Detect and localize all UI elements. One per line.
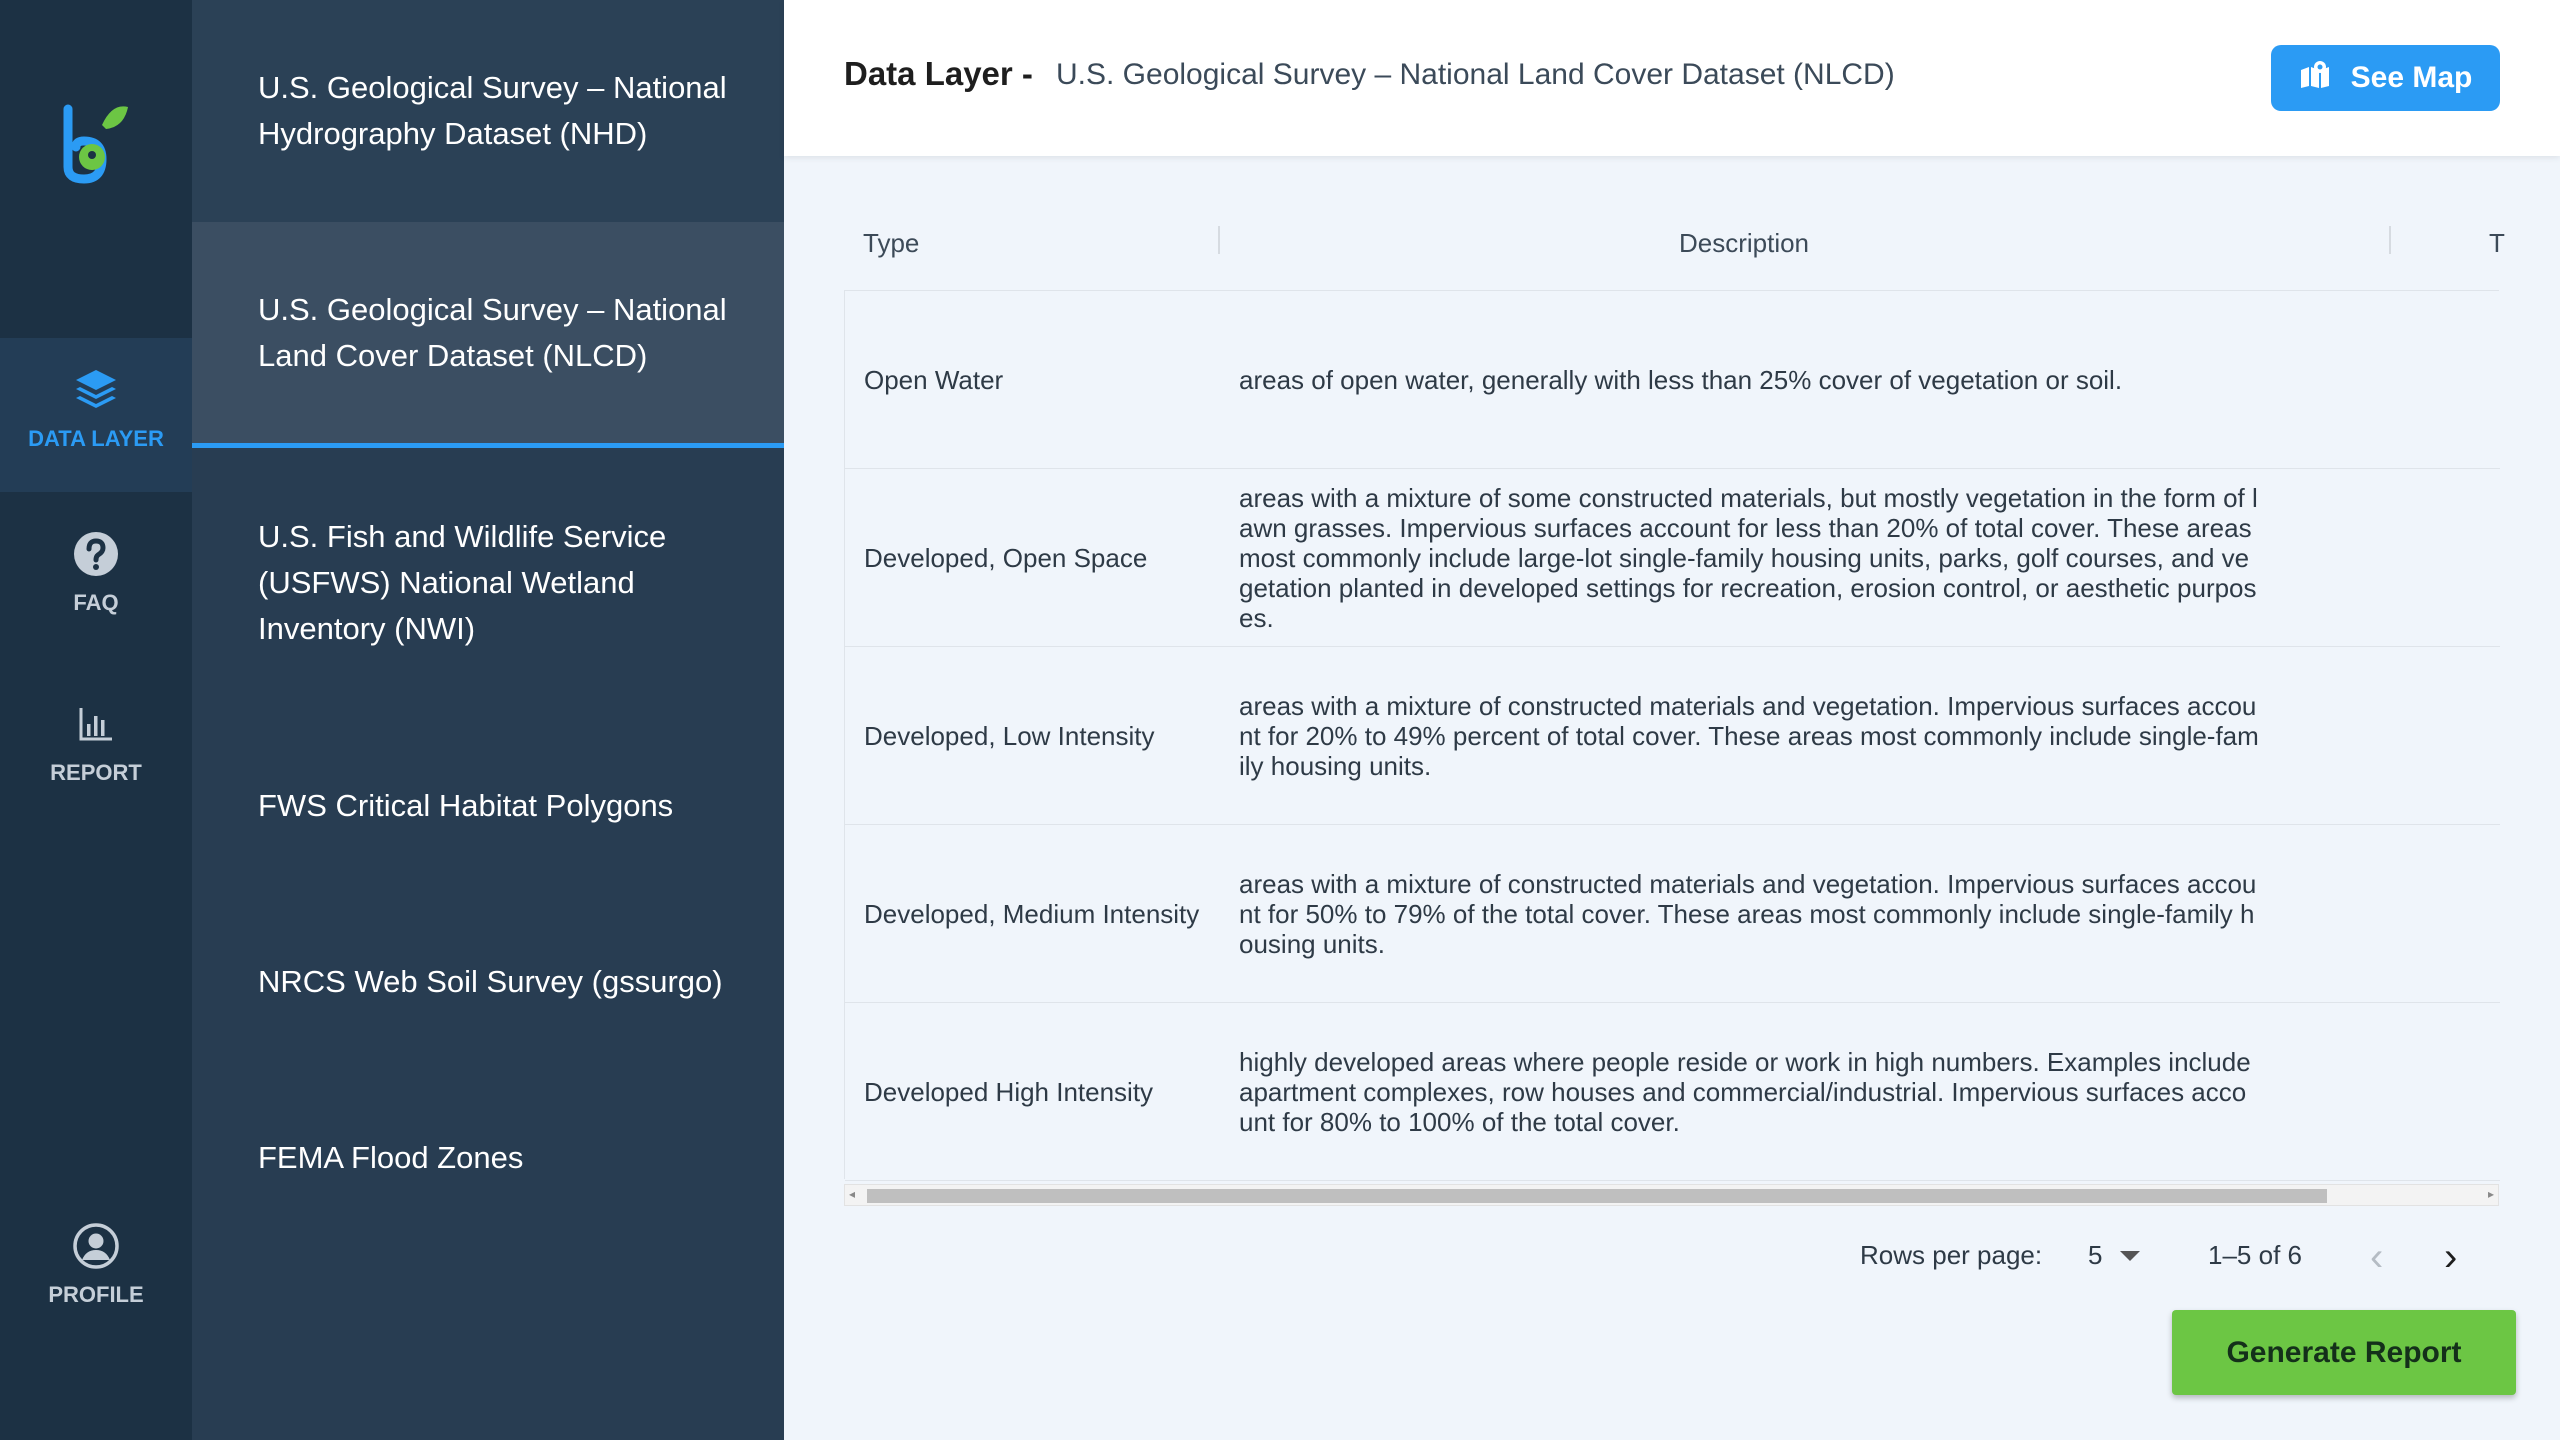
column-divider[interactable] <box>1218 226 1220 254</box>
column-divider[interactable] <box>2389 226 2391 254</box>
table-row[interactable]: Developed, Open Space areas with a mixtu… <box>845 469 2500 647</box>
scrollbar-thumb[interactable] <box>867 1189 2327 1203</box>
cell-type: Developed, Open Space <box>864 542 1148 573</box>
nav-rail: DATA LAYER FAQ REPORT PROFILE <box>0 0 192 1440</box>
source-item-flood-zones[interactable]: FEMA Flood Zones <box>192 1070 784 1246</box>
source-item-label: FEMA Flood Zones <box>258 1140 524 1175</box>
cell-description: highly developed areas where people resi… <box>1239 1047 2251 1137</box>
page-subtitle: U.S. Geological Survey – National Land C… <box>1056 58 1895 91</box>
source-item-label: U.S. Geological Survey – National Land C… <box>258 291 727 373</box>
cell-description: areas with a mixture of some constructed… <box>1239 483 2258 633</box>
source-item-nlcd[interactable]: U.S. Geological Survey – National Land C… <box>192 222 784 448</box>
generate-report-button[interactable]: Generate Report <box>2172 1310 2516 1395</box>
table-row[interactable]: Developed, Medium Intensity areas with a… <box>845 825 2500 1003</box>
scroll-left-icon[interactable]: ◂ <box>849 1187 855 1201</box>
cell-description: areas of open water, generally with less… <box>1239 365 2123 395</box>
cell-type: Developed, Medium Intensity <box>864 898 1200 929</box>
nav-report[interactable]: REPORT <box>0 700 192 820</box>
rows-per-page-select[interactable]: 5 <box>2088 1240 2141 1271</box>
cell-type: Developed, Low Intensity <box>864 720 1155 751</box>
next-page-button[interactable]: › <box>2444 1237 2457 1277</box>
page-title: Data Layer - <box>844 55 1033 92</box>
cell-description: areas with a mixture of constructed mate… <box>1239 691 2259 781</box>
source-item-nhd[interactable]: U.S. Geological Survey – National Hydrog… <box>192 0 784 222</box>
source-item-label: FWS Critical Habitat Polygons <box>258 788 674 823</box>
page-header: Data Layer - U.S. Geological Survey – Na… <box>784 0 2560 156</box>
generate-report-label: Generate Report <box>2226 1335 2462 1369</box>
data-source-list: U.S. Geological Survey – National Hydrog… <box>192 0 784 1440</box>
chevron-down-icon <box>2120 1250 2141 1261</box>
see-map-button[interactable]: See Map <box>2271 45 2500 111</box>
source-item-soil-survey[interactable]: NRCS Web Soil Survey (gssurgo) <box>192 894 784 1070</box>
nav-data-layer[interactable]: DATA LAYER <box>0 338 192 492</box>
user-circle-icon <box>72 1222 120 1270</box>
rows-per-page-value: 5 <box>2088 1240 2103 1270</box>
column-header-type[interactable]: Type <box>863 196 919 291</box>
nav-profile[interactable]: PROFILE <box>0 1222 192 1342</box>
table-row[interactable]: Developed High Intensity highly develope… <box>845 1003 2500 1181</box>
pagination-range: 1–5 of 6 <box>2208 1240 2302 1270</box>
scroll-right-icon[interactable]: ▸ <box>2488 1187 2494 1201</box>
cell-description: areas with a mixture of constructed mate… <box>1239 869 2257 959</box>
see-map-label: See Map <box>2350 61 2473 94</box>
nav-faq-label: FAQ <box>73 590 119 615</box>
cell-type: Open Water <box>864 364 1004 395</box>
cell-type: Developed High Intensity <box>864 1076 1154 1107</box>
source-item-label: U.S. Geological Survey – National Hydrog… <box>258 70 727 151</box>
source-item-label: NRCS Web Soil Survey (gssurgo) <box>258 964 723 999</box>
horizontal-scrollbar[interactable]: ◂ ▸ <box>844 1184 2499 1206</box>
source-item-critical-habitat[interactable]: FWS Critical Habitat Polygons <box>192 718 784 894</box>
help-circle-icon <box>72 530 120 578</box>
table-pagination: Rows per page: 5 1–5 of 6 ‹ › <box>1860 1237 2480 1280</box>
nav-report-label: REPORT <box>50 760 142 785</box>
table-header: Type Description T <box>844 196 2505 291</box>
layers-icon <box>72 366 120 414</box>
bar-chart-icon <box>72 700 120 748</box>
table-row[interactable]: Developed, Low Intensity areas with a mi… <box>845 647 2500 825</box>
source-item-nwi[interactable]: U.S. Fish and Wildlife Service (USFWS) N… <box>192 448 784 718</box>
column-header-description[interactable]: Description <box>1679 196 1809 291</box>
source-item-label: U.S. Fish and Wildlife Service (USFWS) N… <box>258 519 667 646</box>
app-logo-icon[interactable] <box>62 95 132 185</box>
column-header-truncated[interactable]: T <box>2489 196 2505 291</box>
nav-faq[interactable]: FAQ <box>0 530 192 650</box>
rows-per-page-label: Rows per page: <box>1860 1240 2043 1270</box>
table-row[interactable]: Open Water areas of open water, generall… <box>845 291 2500 469</box>
nav-data-layer-label: DATA LAYER <box>28 426 164 451</box>
nav-profile-label: PROFILE <box>48 1282 144 1307</box>
previous-page-button[interactable]: ‹ <box>2370 1237 2383 1277</box>
table-body: Open Water areas of open water, generall… <box>844 291 2500 1181</box>
map-icon <box>2299 60 2351 96</box>
data-table: Type Description T Open Water areas of o… <box>844 196 2505 1210</box>
